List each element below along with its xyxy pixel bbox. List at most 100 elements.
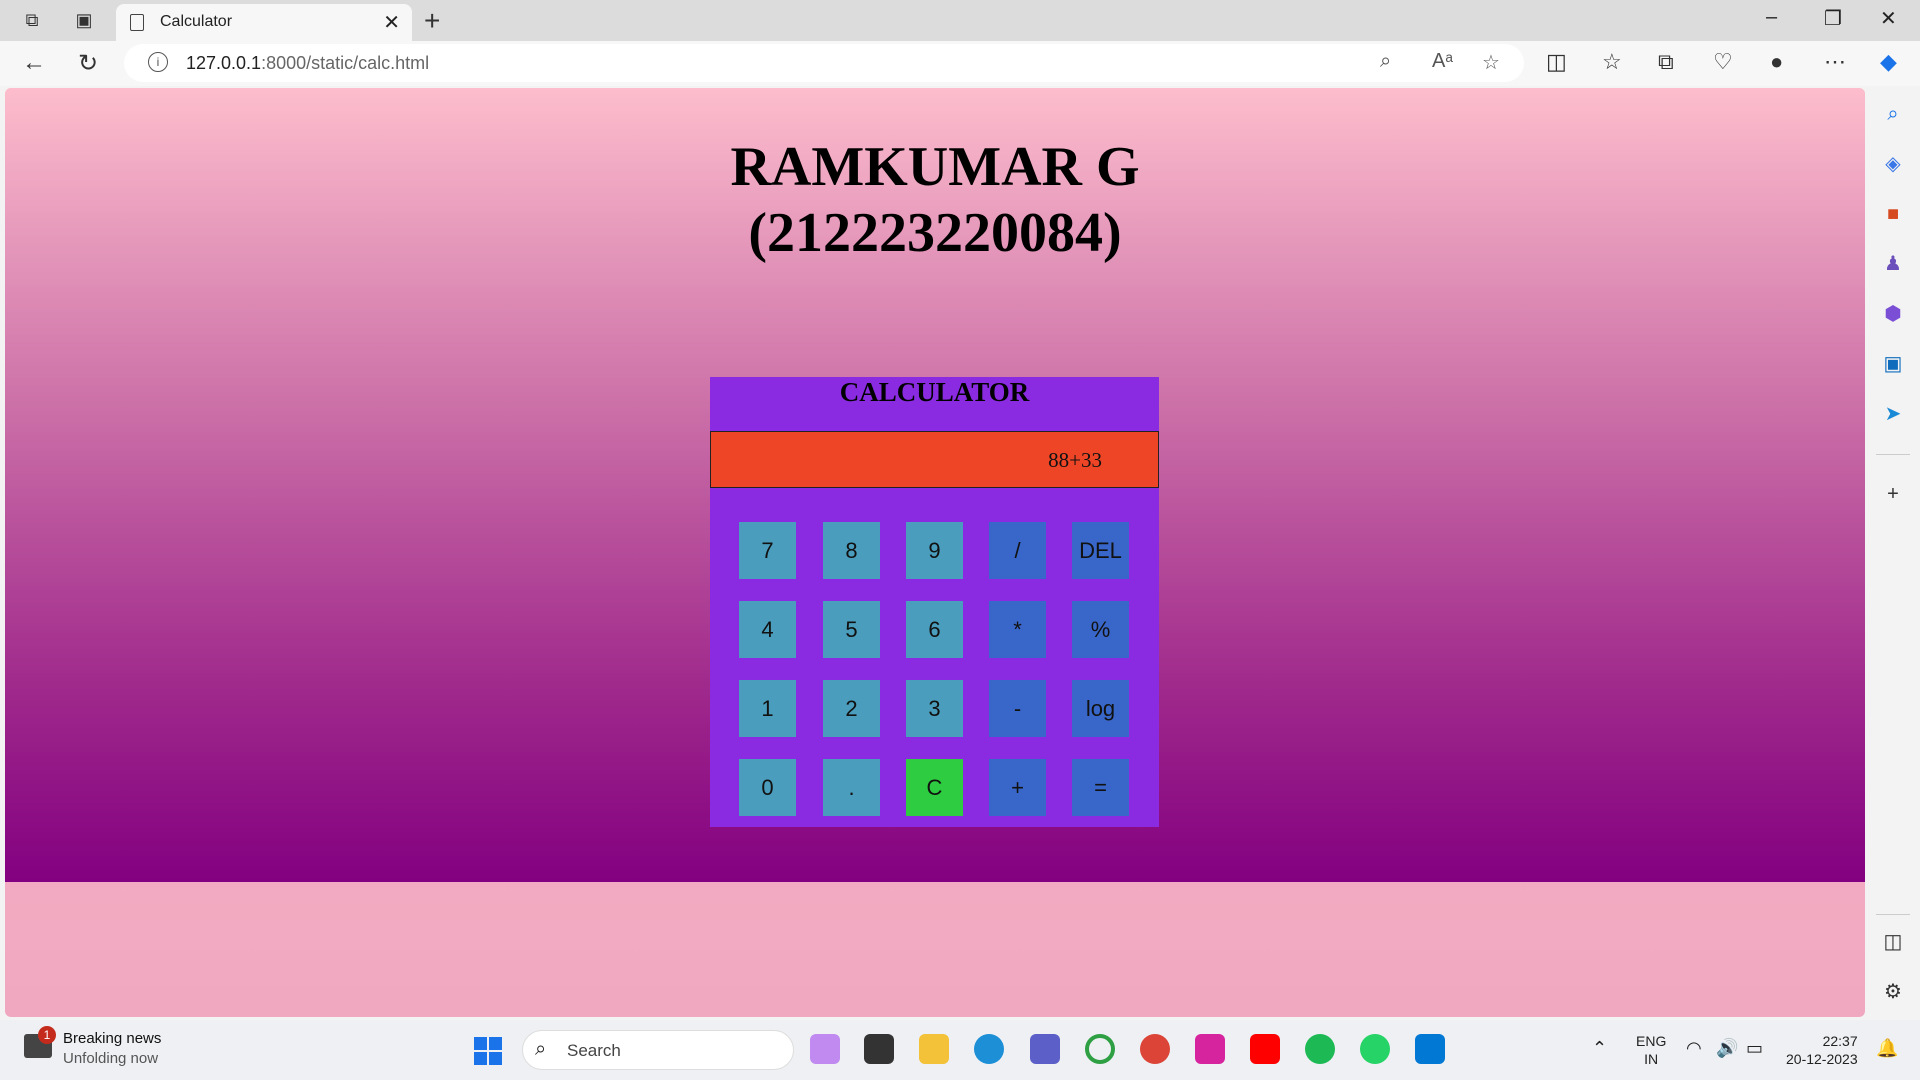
- key-equals[interactable]: =: [1072, 759, 1129, 816]
- key-clear[interactable]: C: [906, 759, 963, 816]
- hide-sidebar-icon[interactable]: ◫: [1881, 930, 1905, 954]
- copilot-app-icon[interactable]: [810, 1034, 840, 1064]
- key-4[interactable]: 4: [739, 601, 796, 658]
- address-bar[interactable]: i 127.0.0.1:8000/static/calc.html ⌕ Aᵃ ☆: [124, 44, 1524, 82]
- workspaces-icon[interactable]: ⧉: [21, 9, 43, 31]
- tab-calculator[interactable]: Calculator ✕: [116, 4, 412, 41]
- favorite-star-icon[interactable]: ☆: [1482, 50, 1500, 75]
- tools-icon[interactable]: ■: [1881, 202, 1905, 226]
- key-log[interactable]: log: [1072, 680, 1129, 737]
- key-add[interactable]: +: [989, 759, 1046, 816]
- zoom-icon[interactable]: ⌕: [1380, 50, 1391, 73]
- display-value: 88+33: [1048, 448, 1102, 472]
- clock-date: 20-12-2023: [1786, 1051, 1858, 1067]
- navigation-bar: ← ↻ i 127.0.0.1:8000/static/calc.html ⌕ …: [0, 41, 1920, 86]
- region-code: IN: [1644, 1051, 1659, 1067]
- start-button[interactable]: [474, 1037, 502, 1065]
- news-title: Breaking news: [63, 1030, 162, 1047]
- url-text[interactable]: 127.0.0.1:8000/static/calc.html: [186, 53, 429, 74]
- back-button[interactable]: ←: [22, 49, 46, 77]
- read-aloud-icon[interactable]: Aᵃ: [1432, 50, 1453, 73]
- battery-icon[interactable]: ▭: [1746, 1038, 1763, 1059]
- news-subtitle: Unfolding now: [63, 1050, 159, 1067]
- loader-app-icon[interactable]: [1085, 1034, 1115, 1064]
- student-id: (212223220084): [748, 202, 1122, 264]
- task-view-icon[interactable]: [864, 1034, 894, 1064]
- games-icon[interactable]: ♟: [1881, 252, 1905, 276]
- calculator-title: CALCULATOR: [839, 377, 1030, 407]
- close-tab-icon[interactable]: ✕: [383, 10, 400, 35]
- shopping-tag-icon[interactable]: ◈: [1881, 152, 1905, 176]
- url-path: :8000/static/calc.html: [261, 53, 430, 73]
- spotify-icon[interactable]: [1305, 1034, 1335, 1064]
- browser-essentials-icon[interactable]: ♡: [1713, 49, 1733, 75]
- whatsapp-icon[interactable]: [1360, 1034, 1390, 1064]
- instagram-icon[interactable]: [1195, 1034, 1225, 1064]
- edge-app-icon[interactable]: [974, 1034, 1004, 1064]
- outlook-icon[interactable]: ▣: [1881, 352, 1905, 376]
- tab-actions-icon[interactable]: ▣: [73, 9, 95, 31]
- calculator-panel: CALCULATOR 88+33 7 8 9 / DEL 4 5 6 * % 1…: [710, 377, 1159, 827]
- calculator-display: 88+33: [710, 431, 1159, 488]
- sidebar-divider: [1876, 454, 1910, 455]
- student-name: RAMKUMAR G: [730, 136, 1140, 198]
- volume-icon[interactable]: 🔊: [1716, 1038, 1738, 1059]
- copilot-icon[interactable]: ◆: [1880, 49, 1897, 75]
- page-body: RAMKUMAR G (212223220084) CALCULATOR 88+…: [5, 88, 1865, 882]
- tab-title: Calculator: [160, 13, 233, 30]
- language-indicator[interactable]: ENG IN: [1636, 1032, 1666, 1068]
- key-decimal[interactable]: .: [823, 759, 880, 816]
- language-code: ENG: [1636, 1033, 1667, 1049]
- url-host: 127.0.0.1: [186, 53, 262, 73]
- key-1[interactable]: 1: [739, 680, 796, 737]
- site-info-icon[interactable]: i: [148, 52, 168, 72]
- key-delete[interactable]: DEL: [1072, 522, 1129, 579]
- favorites-icon[interactable]: ☆: [1602, 49, 1622, 75]
- key-divide[interactable]: /: [989, 522, 1046, 579]
- split-screen-icon[interactable]: ◫: [1546, 49, 1567, 75]
- page-icon: [130, 14, 144, 31]
- new-tab-button[interactable]: +: [424, 5, 440, 37]
- add-icon[interactable]: +: [1881, 482, 1905, 506]
- search-icon[interactable]: ⌕: [1881, 102, 1905, 126]
- clock[interactable]: 22:37 20-12-2023: [1786, 1032, 1858, 1068]
- key-5[interactable]: 5: [823, 601, 880, 658]
- collections-icon[interactable]: ⧉: [1658, 49, 1674, 75]
- minimize-button[interactable]: –: [1766, 6, 1777, 29]
- more-menu-icon[interactable]: ⋯: [1824, 49, 1846, 75]
- key-percent[interactable]: %: [1072, 601, 1129, 658]
- close-window-button[interactable]: ✕: [1880, 6, 1897, 31]
- taskbar: 1 Breaking news Unfolding now ⌕ Search ⌃…: [0, 1020, 1920, 1080]
- send-icon[interactable]: ➤: [1881, 402, 1905, 426]
- chevron-up-icon[interactable]: ⌃: [1592, 1038, 1607, 1059]
- chrome-icon[interactable]: [1140, 1034, 1170, 1064]
- refresh-button[interactable]: ↻: [78, 49, 98, 78]
- restore-button[interactable]: ❐: [1824, 6, 1842, 31]
- wifi-icon[interactable]: ◠: [1686, 1038, 1702, 1059]
- notification-bell-icon[interactable]: 🔔: [1876, 1038, 1898, 1059]
- vscode-icon[interactable]: [1415, 1034, 1445, 1064]
- office-icon[interactable]: ⬢: [1881, 302, 1905, 326]
- key-2[interactable]: 2: [823, 680, 880, 737]
- key-subtract[interactable]: -: [989, 680, 1046, 737]
- key-3[interactable]: 3: [906, 680, 963, 737]
- key-0[interactable]: 0: [739, 759, 796, 816]
- teams-icon[interactable]: [1030, 1034, 1060, 1064]
- key-6[interactable]: 6: [906, 601, 963, 658]
- profile-icon[interactable]: ●: [1770, 49, 1783, 75]
- news-badge: 1: [38, 1026, 56, 1044]
- settings-gear-icon[interactable]: ⚙: [1881, 980, 1905, 1004]
- title-bar: ⧉ ▣ Calculator ✕ + – ❐ ✕: [0, 0, 1920, 41]
- search-label: Search: [567, 1041, 621, 1060]
- taskbar-search[interactable]: ⌕ Search: [522, 1030, 794, 1070]
- edge-sidebar: ⌕ ◈ ■ ♟ ⬢ ▣ ➤ + ◫ ⚙: [1866, 88, 1920, 1017]
- file-explorer-icon[interactable]: [919, 1034, 949, 1064]
- key-8[interactable]: 8: [823, 522, 880, 579]
- sidebar-divider: [1876, 914, 1910, 915]
- key-9[interactable]: 9: [906, 522, 963, 579]
- key-7[interactable]: 7: [739, 522, 796, 579]
- key-multiply[interactable]: *: [989, 601, 1046, 658]
- clock-time: 22:37: [1822, 1033, 1858, 1049]
- youtube-icon[interactable]: [1250, 1034, 1280, 1064]
- page-viewport: RAMKUMAR G (212223220084) CALCULATOR 88+…: [5, 88, 1865, 1017]
